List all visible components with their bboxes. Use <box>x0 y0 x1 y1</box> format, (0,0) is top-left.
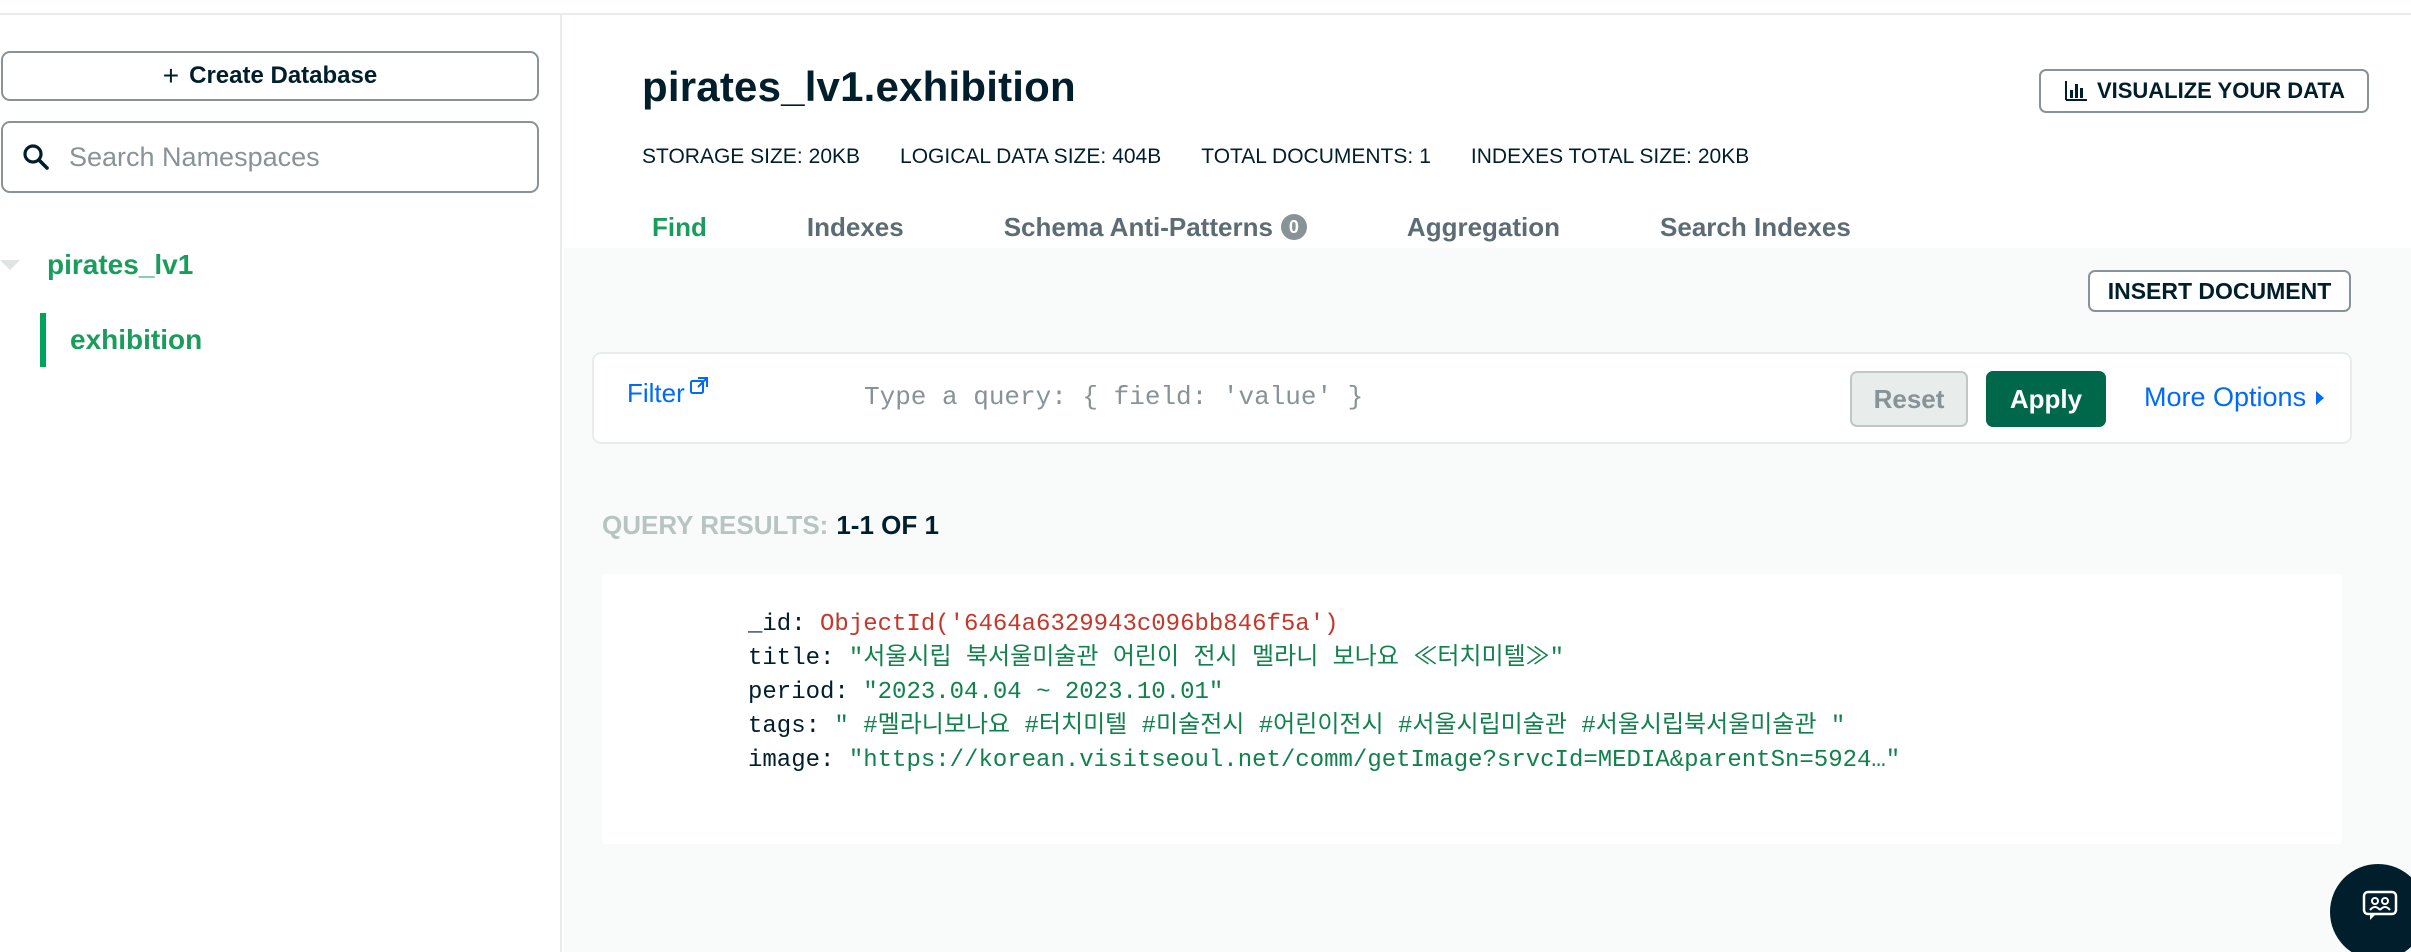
external-link-icon <box>689 377 708 394</box>
reset-button[interactable]: Reset <box>1850 371 1968 427</box>
document-field-image: image: "https://korean.visitseoul.net/co… <box>748 744 1900 778</box>
create-database-label: Create Database <box>189 62 378 89</box>
chevron-down-icon[interactable] <box>0 260 20 270</box>
create-database-button[interactable]: + Create Database <box>1 51 539 101</box>
field-key: period: <box>748 679 849 706</box>
field-key: _id: <box>748 611 806 638</box>
field-key: image: <box>748 747 835 774</box>
visualize-data-button[interactable]: VISUALIZE YOUR DATA <box>2039 69 2369 113</box>
collection-label: exhibition <box>70 324 203 355</box>
results-label: QUERY RESULTS: <box>602 510 829 540</box>
tab-label: Indexes <box>806 211 904 242</box>
stat-indexes-total-size: INDEXES TOTAL SIZE: 20KB <box>1471 145 1749 169</box>
field-value: "서울시립 북서울미술관 어린이 전시 멜라니 보나요 ≪터치미텔≫" <box>848 645 1565 672</box>
stat-storage-size: STORAGE SIZE: 20KB <box>642 145 860 169</box>
filter-link[interactable]: Filter <box>627 377 709 409</box>
bar-chart-icon <box>2064 81 2087 101</box>
find-content: INSERT DOCUMENT Filter Type a query: { f… <box>564 248 2411 952</box>
tab-aggregation[interactable]: Aggregation <box>1407 200 1560 254</box>
search-namespaces-input[interactable] <box>69 141 509 173</box>
plus-icon: + <box>162 60 180 91</box>
document-field-title: title: "서울시립 북서울미술관 어린이 전시 멜라니 보나요 ≪터치미텔… <box>748 642 1900 676</box>
caret-right-icon <box>2316 390 2325 405</box>
results-range: 1-1 OF 1 <box>836 510 939 540</box>
field-value: "https://korean.visitseoul.net/comm/getI… <box>848 747 1901 774</box>
stat-total-documents: TOTAL DOCUMENTS: 1 <box>1201 145 1431 169</box>
field-key: tags: <box>748 713 821 740</box>
stat-value: 404B <box>1112 145 1162 168</box>
stat-key: INDEXES TOTAL SIZE: <box>1470 145 1692 168</box>
document-field-period: period: "2023.04.04 ~ 2023.10.01" <box>748 676 1900 710</box>
stat-value: 20KB <box>1697 145 1750 168</box>
document-card[interactable]: _id: ObjectId('6464a6329943c096bb846f5a'… <box>602 574 2342 844</box>
query-bar: Filter Type a query: { field: 'value' } … <box>592 352 2352 444</box>
stat-key: LOGICAL DATA SIZE: <box>900 145 1107 168</box>
top-border <box>0 0 2411 15</box>
field-value: "2023.04.04 ~ 2023.10.01" <box>863 679 1224 706</box>
document-fields: _id: ObjectId('6464a6329943c096bb846f5a'… <box>748 608 1900 778</box>
visualize-data-label: VISUALIZE YOUR DATA <box>2096 78 2346 103</box>
search-namespaces-field[interactable] <box>1 121 539 193</box>
sidebar: + Create Database pirates_lv1 exhibition <box>0 15 562 952</box>
search-icon <box>23 144 49 170</box>
field-key: title: <box>748 645 835 672</box>
document-field-id: _id: ObjectId('6464a6329943c096bb846f5a'… <box>748 608 1900 642</box>
stat-key: STORAGE SIZE: <box>642 145 803 168</box>
tab-search-indexes[interactable]: Search Indexes <box>1660 200 1851 254</box>
tab-indexes[interactable]: Indexes <box>807 200 904 254</box>
tab-label: Find <box>652 211 707 242</box>
sidebar-item-database[interactable]: pirates_lv1 <box>0 237 540 293</box>
field-value: " #멜라니보나요 #터치미텔 #미술전시 #어린이전시 #서울시립미술관 #서… <box>834 713 1846 740</box>
stat-value: 1 <box>1419 145 1431 168</box>
stat-key: TOTAL DOCUMENTS: <box>1201 145 1414 168</box>
more-options-button[interactable]: More Options <box>2144 382 2325 413</box>
tab-schema-anti-patterns[interactable]: Schema Anti-Patterns 0 <box>1004 200 1307 254</box>
more-options-label: More Options <box>2144 382 2307 412</box>
main-panel: pirates_lv1.exhibition VISUALIZE YOUR DA… <box>564 15 2411 952</box>
query-results-count: QUERY RESULTS: 1-1 OF 1 <box>602 510 939 541</box>
count-badge: 0 <box>1280 214 1307 240</box>
stat-value: 20KB <box>808 145 861 168</box>
page-title: pirates_lv1.exhibition <box>642 63 1076 110</box>
query-input[interactable]: Type a query: { field: 'value' } <box>864 382 1363 412</box>
tab-label: Aggregation <box>1406 211 1561 242</box>
chat-icon <box>2362 890 2398 920</box>
filter-label: Filter <box>627 378 685 408</box>
sidebar-item-collection[interactable]: exhibition <box>40 313 540 367</box>
database-label: pirates_lv1 <box>47 249 194 280</box>
apply-button[interactable]: Apply <box>1986 371 2106 427</box>
insert-document-button[interactable]: INSERT DOCUMENT <box>2088 270 2351 312</box>
field-value: ObjectId('6464a6329943c096bb846f5a') <box>820 611 1339 638</box>
tab-label: Schema Anti-Patterns <box>1003 211 1273 242</box>
document-field-tags: tags: " #멜라니보나요 #터치미텔 #미술전시 #어린이전시 #서울시립… <box>748 710 1900 744</box>
stat-logical-data-size: LOGICAL DATA SIZE: 404B <box>900 145 1161 169</box>
tab-label: Search Indexes <box>1660 211 1851 242</box>
collection-stats: STORAGE SIZE: 20KB LOGICAL DATA SIZE: 40… <box>642 145 1749 169</box>
tab-find[interactable]: Find <box>652 200 707 254</box>
